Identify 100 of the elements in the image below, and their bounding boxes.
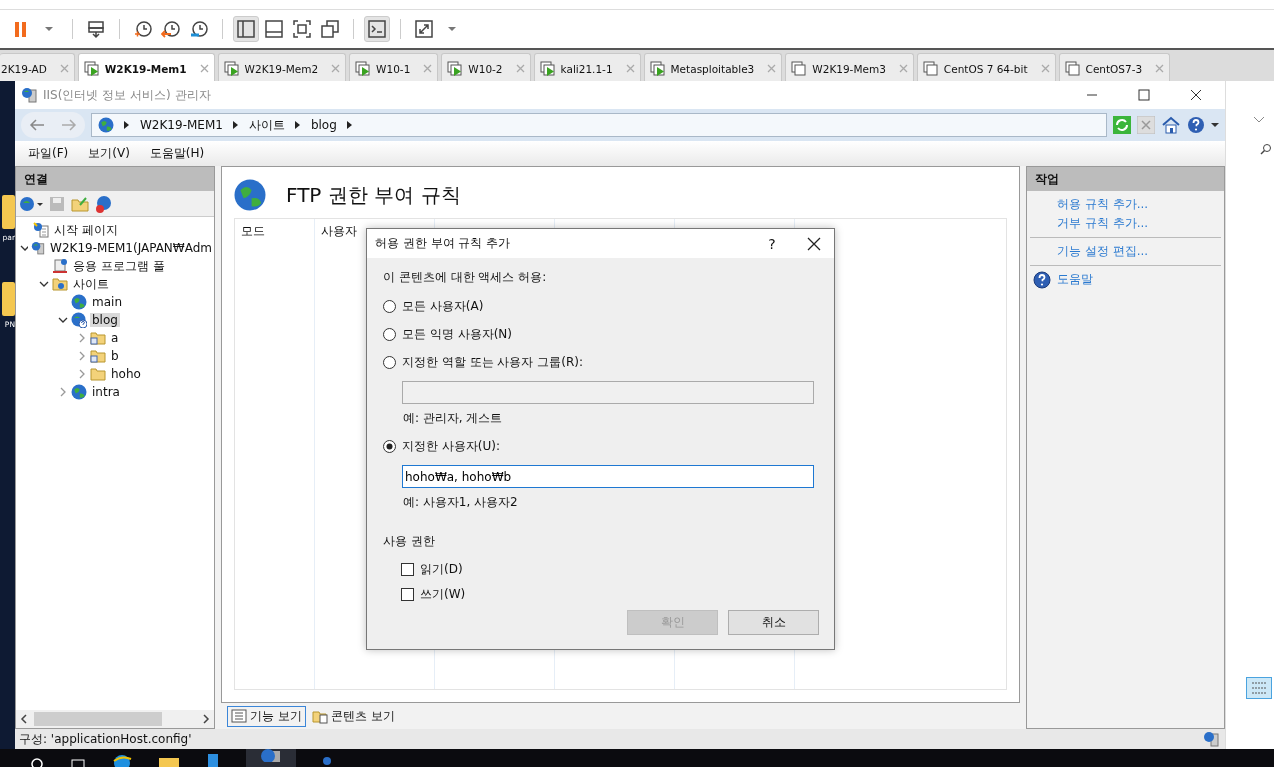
example-hint: 예: 관리자, 게스트 — [403, 410, 504, 428]
breadcrumb-arrow-icon[interactable] — [124, 121, 130, 130]
radio-button[interactable] — [383, 299, 396, 313]
checkbox[interactable] — [401, 562, 414, 576]
checkbox-label[interactable]: 읽기(D) — [420, 560, 463, 578]
console-icon[interactable] — [364, 15, 390, 42]
chevron-right-icon[interactable] — [58, 387, 68, 398]
breadcrumb-arrow-icon[interactable] — [294, 121, 301, 130]
checkbox[interactable] — [401, 587, 414, 601]
radio-label[interactable]: 지정한 역할 또는 사용자 그룹(R): — [402, 353, 583, 371]
panel-header: 작업 — [1027, 167, 1224, 192]
vm-tab[interactable]: W10-1 — [349, 52, 439, 82]
vm-tab[interactable]: W2K19-Mem3 — [785, 52, 914, 82]
radio-button[interactable] — [383, 439, 396, 453]
view-tab[interactable]: 콘텐츠 보기 — [307, 705, 399, 727]
search-icon — [30, 757, 44, 767]
help-button[interactable]: ? — [750, 235, 794, 252]
radio-label[interactable]: 지정한 사용자(U): — [402, 437, 500, 455]
help-icon — [1033, 270, 1051, 289]
input-field[interactable]: hoho₩a, hoho₩b — [402, 465, 814, 489]
menu-item[interactable]: 파일(F) — [28, 145, 69, 163]
breadcrumb-arrow-icon[interactable] — [232, 121, 239, 130]
search-icon[interactable] — [1260, 143, 1272, 156]
disconnect-icon — [95, 194, 113, 213]
sidebar-layout-icon[interactable] — [233, 15, 259, 42]
tree-item[interactable]: 시작 페이지 — [52, 221, 120, 239]
prompt-text: 이 콘텐츠에 대한 액세스 허용: — [383, 269, 548, 287]
tree-item[interactable]: b — [109, 349, 121, 364]
example-hint: 예: 사용자1, 사용자2 — [403, 494, 519, 512]
dialog-title: 허용 권한 부여 규칙 추가 — [375, 235, 512, 253]
radio-label[interactable]: 모든 사용자(A) — [402, 297, 484, 315]
radio-label[interactable]: 모든 익명 사용자(N) — [402, 325, 512, 343]
radio-button[interactable] — [383, 355, 396, 369]
tree-item[interactable]: hoho — [109, 367, 143, 382]
folder-icon — [71, 195, 89, 212]
iis-icon — [21, 87, 37, 104]
radio-button[interactable] — [383, 327, 396, 341]
tree-item[interactable]: 사이트 — [71, 275, 111, 293]
checkbox-label[interactable]: 쓰기(W) — [420, 585, 466, 603]
dialog-button[interactable]: 취소 — [728, 610, 819, 636]
connect-icon — [19, 194, 43, 213]
server-manager-icon — [206, 753, 220, 767]
folder-icon — [158, 755, 180, 767]
view-tab[interactable]: 기능 보기 — [227, 705, 306, 727]
server-icon — [31, 240, 46, 257]
task-view-icon — [70, 757, 86, 767]
breadcrumb-arrow-icon[interactable] — [346, 121, 353, 130]
chevron-right-icon[interactable] — [77, 351, 87, 362]
iis-icon — [260, 749, 282, 762]
tree-item[interactable]: intra — [90, 385, 122, 400]
vm-tab[interactable]: W2K19-Mem2 — [217, 52, 347, 82]
list-view-icon[interactable] — [1246, 677, 1272, 700]
chevron-right-icon[interactable] — [77, 333, 87, 344]
vm-tab[interactable]: 2K19-AD — [0, 52, 75, 82]
menu-item[interactable]: 도움말(H) — [149, 145, 205, 163]
column-header[interactable]: 모드 — [241, 224, 265, 239]
vm-tab[interactable]: W2K19-Mem1 — [77, 52, 215, 82]
sites-folder-icon — [52, 276, 68, 293]
server-status-icon — [1203, 731, 1219, 748]
tree-item[interactable]: W2K19-MEM1(JAPAN₩Adm — [48, 241, 214, 256]
section-label: 사용 권한 — [383, 533, 436, 551]
chevron-right-icon[interactable] — [77, 369, 87, 380]
globe-icon — [234, 179, 266, 212]
folder-icon[interactable] — [2, 195, 15, 230]
action-link[interactable]: 허용 규칙 추가... — [1057, 196, 1149, 214]
panel-header: 연결 — [16, 167, 214, 192]
window-title: IIS(인터넷 정보 서비스) 관리자 — [43, 86, 211, 104]
column-header[interactable]: 사용자 — [321, 224, 357, 239]
scroll-right-icon — [202, 714, 210, 725]
globe-icon — [322, 755, 332, 767]
tree-item[interactable]: a — [109, 331, 121, 346]
content-view-icon — [311, 708, 328, 725]
folder-icon[interactable] — [2, 282, 15, 317]
vm-tab[interactable]: CentOS7-3 — [1058, 52, 1171, 82]
globe-icon — [71, 294, 87, 311]
shortcut-folder-icon — [90, 330, 106, 347]
features-view-icon — [231, 708, 247, 725]
scrollbar-thumb[interactable] — [34, 712, 162, 727]
tree-item[interactable]: blog — [90, 313, 120, 328]
page-title: FTP 권한 부여 규칙 — [286, 181, 461, 209]
status-text: 구성: 'applicationHost.config' — [19, 730, 192, 748]
breadcrumb-item[interactable]: W2K19-MEM1 — [140, 118, 223, 133]
breadcrumb-item[interactable]: blog — [310, 118, 337, 133]
breadcrumb-item[interactable]: 사이트 — [248, 116, 285, 134]
action-link[interactable]: 거부 규칙 추가... — [1057, 215, 1149, 233]
tree-item[interactable]: main — [90, 295, 124, 310]
action-link[interactable]: 기능 설정 편집... — [1057, 243, 1149, 261]
menu-item[interactable]: 보기(V) — [88, 145, 130, 163]
folder-icon — [90, 366, 106, 383]
globe-icon — [71, 384, 87, 401]
tree-item[interactable]: 응용 프로그램 풀 — [71, 257, 167, 275]
vm-tab[interactable]: kali21.1-1 — [533, 52, 641, 82]
dropdown-arrow-icon — [1211, 121, 1219, 130]
refresh-icon — [1113, 116, 1131, 135]
vm-tab[interactable]: W10-2 — [441, 52, 531, 82]
help-icon — [1187, 116, 1205, 135]
vm-tab[interactable]: CentOS 7 64-bit — [916, 52, 1056, 82]
help-link[interactable]: 도움말 — [1057, 271, 1093, 289]
vm-tab[interactable]: Metasploitable3 — [643, 52, 783, 82]
browser-icon — [112, 753, 132, 767]
